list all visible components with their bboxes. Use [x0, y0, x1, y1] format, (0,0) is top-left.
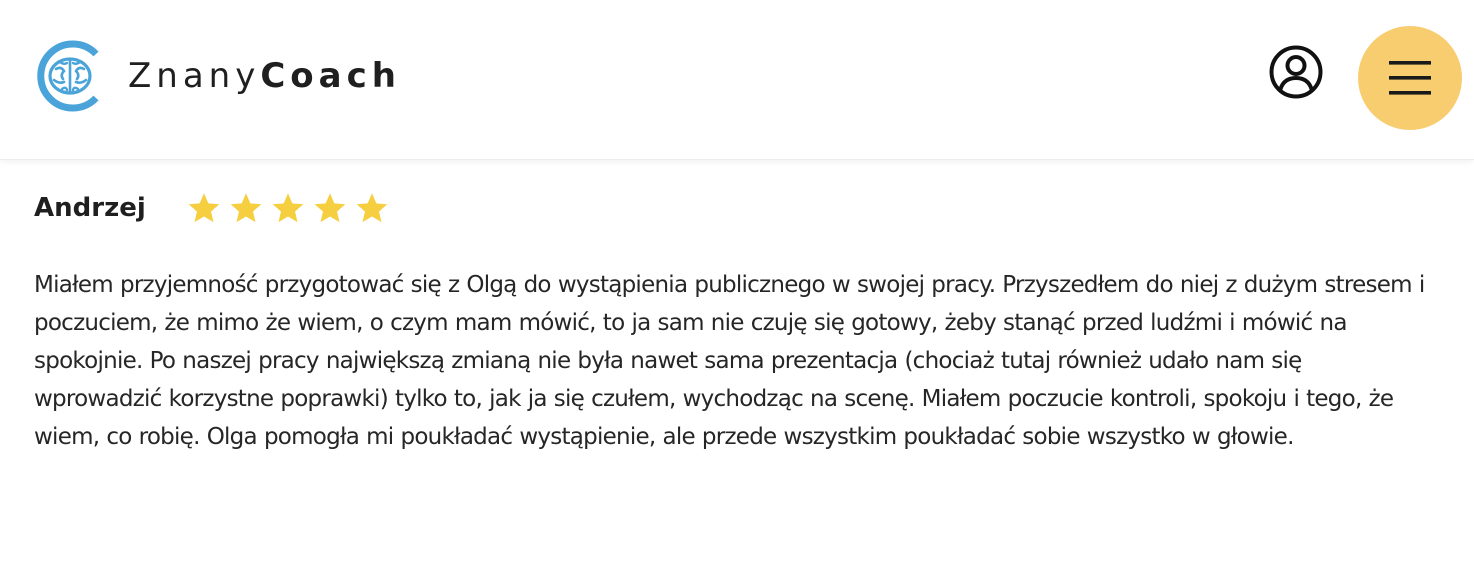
brain-icon [37, 40, 99, 112]
site-header: ZnanyCoach [0, 0, 1474, 160]
review-text: Miałem przyjemność przygotować się z Olg… [34, 272, 1425, 450]
logo-text-bold: Coach [260, 56, 401, 96]
reviewer-name: Andrzej [34, 193, 146, 223]
star-icon [314, 193, 346, 223]
star-icon [188, 193, 220, 223]
review-header: Andrzej [34, 180, 1434, 236]
star-rating [186, 190, 396, 226]
user-account-icon [1269, 45, 1323, 99]
star-icon [230, 193, 262, 223]
review-card: Andrzej Miałem przyjemność przygotować s… [34, 180, 1434, 456]
logo-text-light: Znany [128, 56, 261, 96]
hamburger-menu-icon [1389, 61, 1431, 95]
logo-wordmark: ZnanyCoach [128, 56, 401, 96]
star-icon [356, 193, 388, 223]
menu-button[interactable] [1358, 26, 1462, 130]
star-icon [272, 193, 304, 223]
logo-link[interactable]: ZnanyCoach [34, 40, 401, 112]
user-account-button[interactable] [1268, 44, 1324, 100]
